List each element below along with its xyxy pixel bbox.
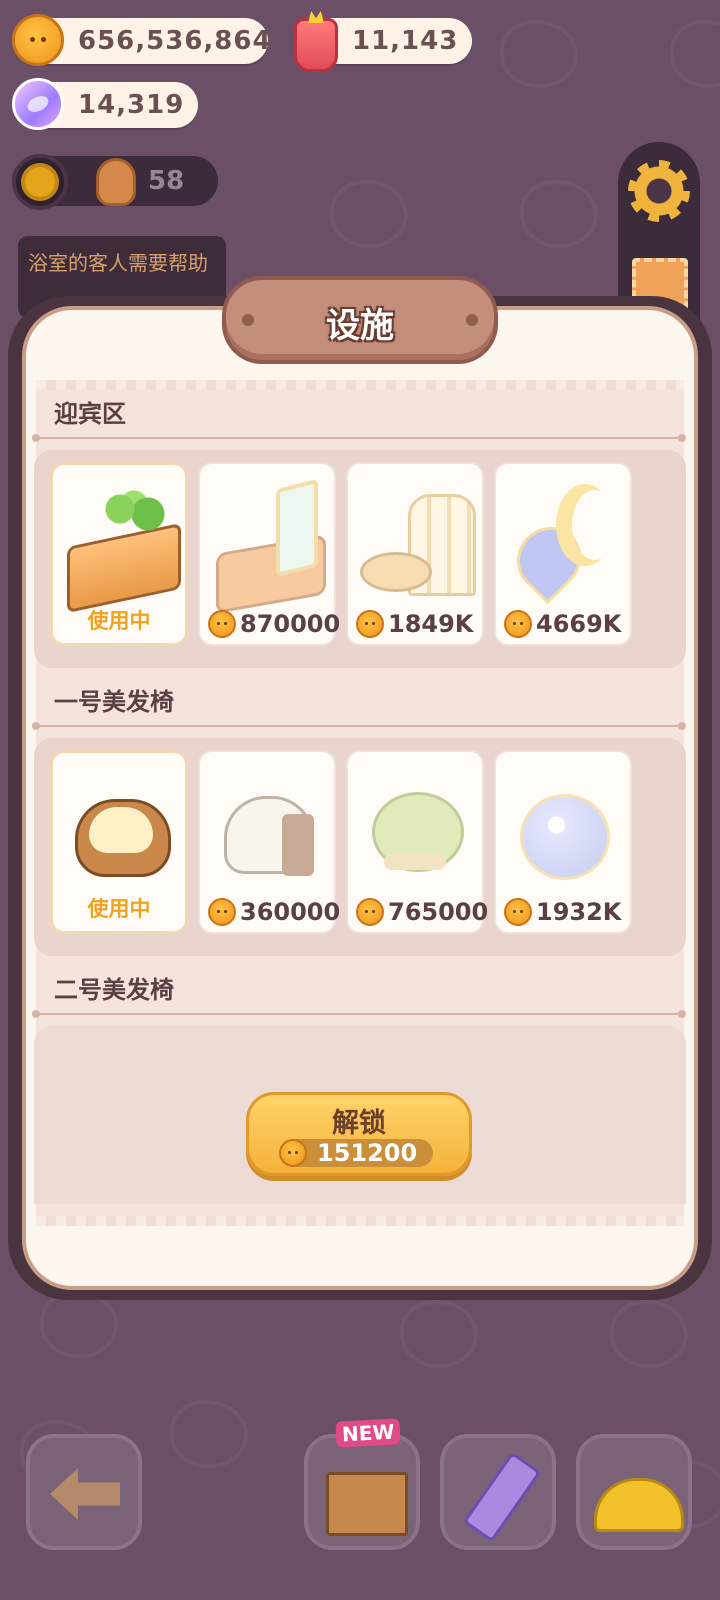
unlock-cost-value: 151200 [317,1139,418,1167]
section-title-reception: 迎宾区 [54,400,126,428]
green-cushion-chair-icon [358,762,472,892]
section-title-chair-1: 一号美发椅 [54,688,174,716]
price-value: 4669K [536,610,622,638]
coin-cookie-icon [504,610,532,638]
price-value: 870000 [240,610,341,638]
customer-count: 58 [148,166,185,196]
facility-card-chair-3[interactable]: 765000 [346,750,488,934]
price-tag: 1849K [356,610,478,638]
coin-amount: 656,536,864 [78,26,272,56]
gingerbread-customer-icon [96,158,136,206]
price-value: 1932K [536,898,622,926]
hard-hat-icon [594,1478,684,1532]
coin-cookie-icon [356,898,384,926]
panel-title-plate: 设施 [222,276,498,364]
build-button[interactable] [576,1434,692,1550]
candy-gem-icon [12,78,64,130]
price-tag: 870000 [208,610,340,638]
price-value: 765000 [388,898,489,926]
price-value: 360000 [240,898,341,926]
settings-gear-icon[interactable] [628,160,690,222]
sun-level-icon[interactable] [12,154,68,210]
golden-screen-table-icon [358,474,476,604]
price-tag: 4669K [504,610,626,638]
pencil-icon [462,1451,542,1543]
starry-orb-chair-icon [506,762,620,892]
facility-card-chair-4[interactable]: 1932K [494,750,632,934]
gift-box-button[interactable] [304,1434,420,1550]
panel-title: 设施 [326,306,394,346]
gift-box-icon [326,1472,408,1536]
coin-cookie-icon [208,610,236,638]
gem-amount: 14,319 [78,90,185,120]
price-tag: 360000 [208,898,340,926]
facility-card-chair-2[interactable]: 360000 [198,750,340,934]
wooden-armchair-icon [63,763,177,893]
unlock-label: 解锁 [332,1108,386,1139]
price-value: 1849K [388,610,474,638]
back-button[interactable] [26,1434,142,1550]
unlock-cost: 151200 [279,1139,433,1167]
sheep-chair-icon [210,762,324,892]
facility-card-reception-2[interactable]: 870000 [198,462,340,646]
section-divider [32,1010,686,1018]
section-title-chair-2: 二号美发椅 [54,976,174,1004]
pencil-button[interactable] [440,1434,556,1550]
facility-card-reception-3[interactable]: 1849K [346,462,484,646]
in-use-label: 使用中 [87,897,151,921]
moon-heart-counter-icon [506,474,620,604]
panel-stripe-top [36,380,684,390]
jam-jar-icon [294,18,338,72]
panel-stripe-bottom [36,1216,684,1226]
jam-amount: 11,143 [352,26,459,56]
back-arrow-icon [50,1468,120,1520]
price-tag: 1932K [504,898,626,926]
coin-cookie-icon [504,898,532,926]
unlock-button[interactable]: 解锁 151200 [246,1092,472,1176]
coin-cookie-icon [279,1139,307,1167]
price-tag: 765000 [356,898,488,926]
in-use-label: 使用中 [87,609,151,633]
reception-counter-clover-icon [63,475,177,605]
mushroom-mirror-counter-icon [210,474,324,604]
section-divider [32,434,686,442]
facility-card-chair-1[interactable]: 使用中 [50,750,188,934]
new-badge: NEW [335,1418,402,1448]
facility-card-reception-1[interactable]: 使用中 [50,462,188,646]
coin-cookie-icon [356,610,384,638]
coin-cookie-icon [12,14,64,66]
section-divider [32,722,686,730]
facility-card-reception-4[interactable]: 4669K [494,462,632,646]
coin-cookie-icon [208,898,236,926]
